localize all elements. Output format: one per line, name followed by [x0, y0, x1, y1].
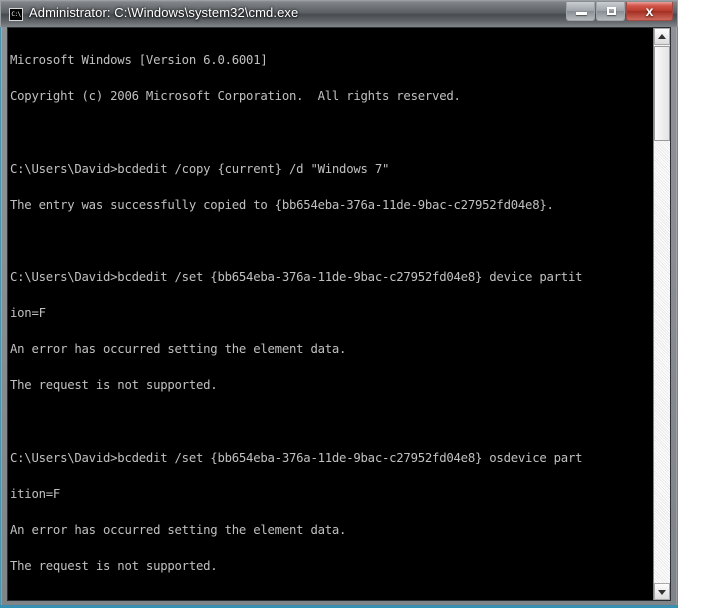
scroll-down-button[interactable]: [654, 583, 670, 600]
scrollbar-thumb[interactable]: [654, 46, 670, 141]
window-title-bar[interactable]: C:\ Administrator: C:\Windows\system32\c…: [0, 0, 678, 27]
maximize-button[interactable]: [596, 2, 625, 21]
console-output: Microsoft Windows [Version 6.0.6001] Cop…: [10, 30, 650, 600]
down-arrow-icon: [658, 589, 666, 595]
console-line: The request is not supported.: [10, 378, 218, 393]
console-line: ition=F: [10, 486, 61, 501]
vertical-scrollbar[interactable]: [653, 28, 670, 600]
console-client-area[interactable]: Microsoft Windows [Version 6.0.6001] Cop…: [7, 27, 671, 601]
console-line: ion=F: [10, 306, 46, 321]
scroll-up-button[interactable]: [654, 28, 670, 45]
cmd-icon: C:\: [9, 8, 23, 21]
console-line: Microsoft Windows [Version 6.0.6001]: [10, 53, 268, 68]
command-prompt-window: C:\ Administrator: C:\Windows\system32\c…: [0, 0, 678, 608]
window-title: Administrator: C:\Windows\system32\cmd.e…: [29, 5, 299, 20]
up-arrow-icon: [658, 33, 666, 39]
console-line: An error has occurred setting the elemen…: [10, 342, 347, 357]
console-line: The request is not supported.: [10, 559, 218, 574]
console-line: The entry was successfully copied to {bb…: [10, 197, 554, 212]
window-controls: x: [565, 2, 673, 24]
console-line: Copyright (c) 2006 Microsoft Corporation…: [10, 89, 461, 104]
console-line: C:\Users\David>bcdedit /set {bb654eba-37…: [10, 450, 583, 465]
maximize-icon: [607, 7, 616, 15]
minimize-button[interactable]: [566, 2, 595, 21]
minimize-icon: [576, 12, 587, 15]
console-line: C:\Users\David>bcdedit /set {bb654eba-37…: [10, 269, 583, 284]
console-line: C:\Users\David>bcdedit /copy {current} /…: [10, 161, 390, 176]
close-button[interactable]: x: [626, 2, 673, 21]
console-line: An error has occurred setting the elemen…: [10, 522, 347, 537]
close-icon: x: [645, 3, 654, 19]
